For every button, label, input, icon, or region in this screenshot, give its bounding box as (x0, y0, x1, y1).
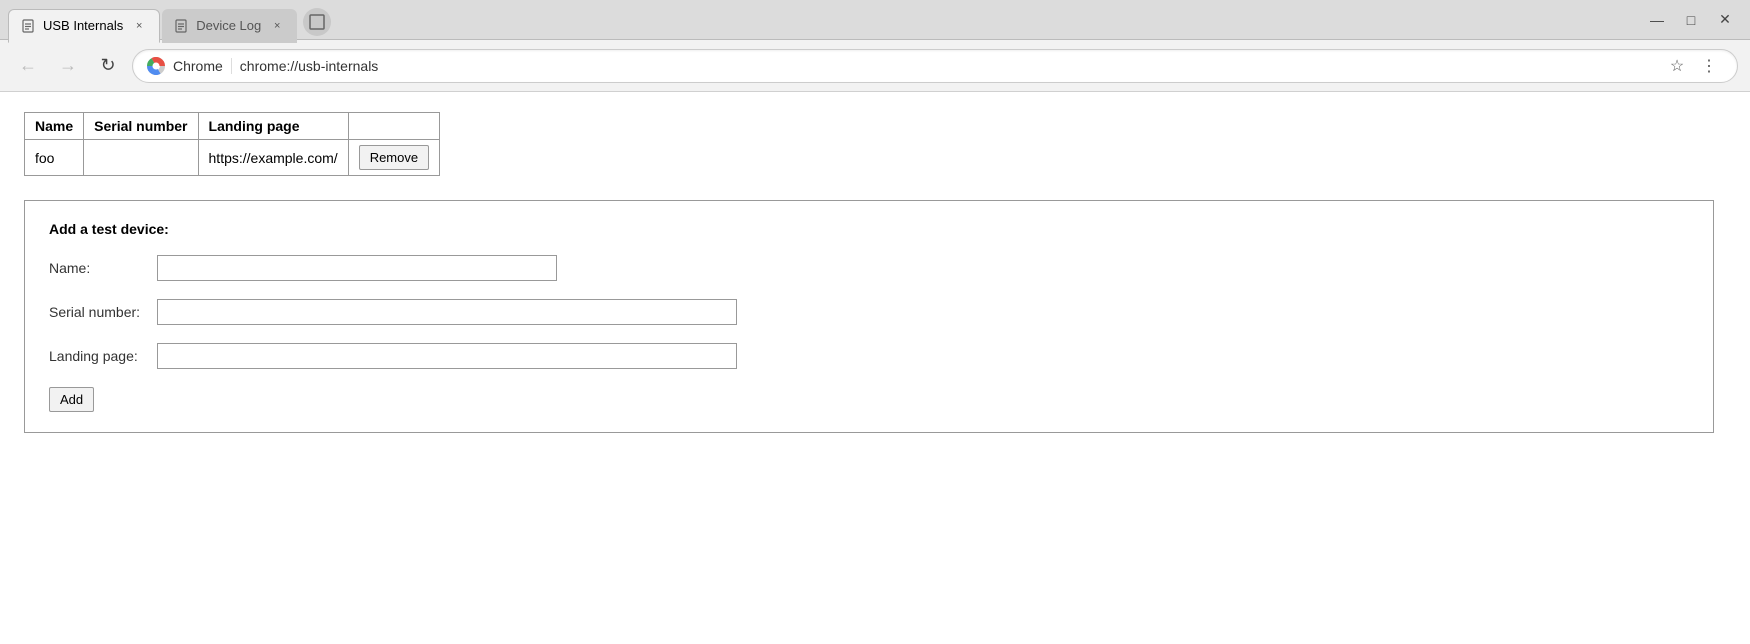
col-header-landing: Landing page (198, 113, 348, 140)
landing-label: Landing page: (49, 348, 149, 364)
serial-label: Serial number: (49, 304, 149, 320)
minimize-button[interactable]: — (1648, 11, 1666, 29)
add-device-section: Add a test device: Name: Serial number: … (24, 200, 1714, 433)
chrome-logo-icon (147, 57, 165, 75)
remove-button[interactable]: Remove (359, 145, 429, 170)
table-header-row: Name Serial number Landing page (25, 113, 440, 140)
title-bar: USB Internals × Device Log × — □ ✕ (0, 0, 1750, 40)
name-label: Name: (49, 260, 149, 276)
name-row: Name: (49, 255, 1689, 281)
table-row: foo https://example.com/ Remove (25, 140, 440, 176)
address-bar[interactable]: Chrome chrome://usb-internals ☆ ⋮ (132, 49, 1738, 83)
add-button[interactable]: Add (49, 387, 94, 412)
col-header-actions (348, 113, 439, 140)
menu-button[interactable]: ⋮ (1695, 52, 1723, 80)
name-input[interactable] (157, 255, 557, 281)
tab-device-log-label: Device Log (196, 18, 261, 33)
close-button[interactable]: ✕ (1716, 11, 1734, 29)
nav-bar: ← → ↻ Chrome chrome://usb-internals ☆ ⋮ (0, 40, 1750, 92)
tab-page-icon-2 (174, 19, 188, 33)
forward-button[interactable]: → (52, 50, 84, 82)
url-display: chrome://usb-internals (240, 58, 1655, 74)
tab-device-log-close[interactable]: × (269, 18, 285, 34)
back-icon: ← (19, 55, 37, 76)
reload-button[interactable]: ↻ (92, 50, 124, 82)
address-bar-actions: ☆ ⋮ (1663, 52, 1723, 80)
back-button[interactable]: ← (12, 50, 44, 82)
window-controls: — □ ✕ (1648, 11, 1742, 29)
add-device-title: Add a test device: (49, 221, 1689, 237)
cell-serial (84, 140, 198, 176)
devices-table: Name Serial number Landing page foo http… (24, 112, 440, 176)
landing-row: Landing page: (49, 343, 1689, 369)
tab-device-log[interactable]: Device Log × (162, 9, 297, 43)
tab-strip: USB Internals × Device Log × (8, 0, 1648, 40)
site-name: Chrome (173, 58, 232, 74)
cell-name: foo (25, 140, 84, 176)
page-content: Name Serial number Landing page foo http… (0, 92, 1750, 644)
tab-page-icon (21, 19, 35, 33)
cell-remove: Remove (348, 140, 439, 176)
landing-input[interactable] (157, 343, 737, 369)
forward-icon: → (59, 55, 77, 76)
col-header-serial: Serial number (84, 113, 198, 140)
reload-icon: ↻ (100, 55, 115, 76)
new-tab-button[interactable] (303, 8, 331, 36)
serial-input[interactable] (157, 299, 737, 325)
tab-usb-internals[interactable]: USB Internals × (8, 9, 160, 43)
cell-landing: https://example.com/ (198, 140, 348, 176)
col-header-name: Name (25, 113, 84, 140)
add-button-row: Add (49, 387, 1689, 412)
tab-usb-internals-close[interactable]: × (131, 18, 147, 34)
maximize-button[interactable]: □ (1682, 11, 1700, 29)
serial-row: Serial number: (49, 299, 1689, 325)
bookmark-button[interactable]: ☆ (1663, 52, 1691, 80)
tab-usb-internals-label: USB Internals (43, 18, 123, 33)
